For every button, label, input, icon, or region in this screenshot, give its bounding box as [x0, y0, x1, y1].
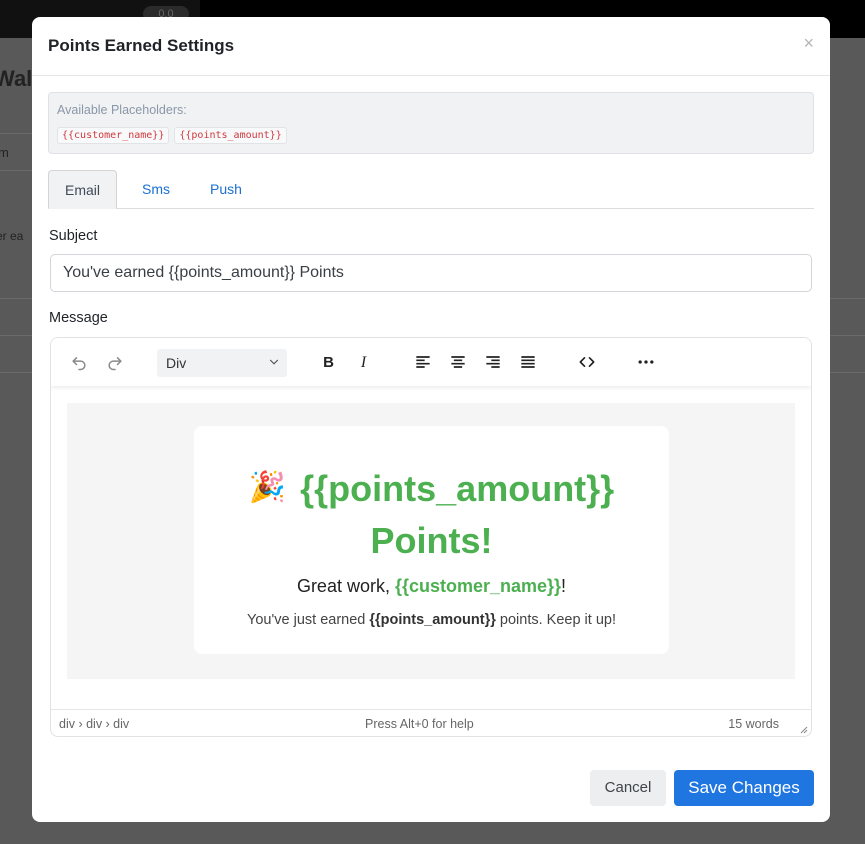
points-earned-settings-modal: Points Earned Settings × Available Place…: [32, 17, 830, 822]
save-changes-button[interactable]: Save Changes: [674, 770, 814, 806]
justify-icon[interactable]: [516, 350, 540, 374]
svg-text:B: B: [323, 354, 334, 371]
placeholder-chip-points-amount[interactable]: {{points_amount}}: [174, 127, 287, 144]
placeholder-chips: {{customer_name}} {{points_amount}}: [57, 127, 287, 144]
close-icon[interactable]: ×: [803, 34, 814, 52]
greeting-placeholder: {{customer_name}}: [394, 576, 562, 596]
email-heading-text: {{points_amount}} Points!: [300, 468, 615, 561]
message-editor: Div B I 🎉 {{points_amount}} Points! Grea…: [50, 337, 812, 737]
subject-input[interactable]: You've earned {{points_amount}} Points: [50, 254, 812, 292]
email-body: You've just earned {{points_amount}} poi…: [194, 612, 669, 628]
more-icon[interactable]: [634, 350, 658, 374]
tab-sms[interactable]: Sms: [126, 170, 186, 209]
word-count[interactable]: 15 words: [728, 717, 779, 731]
block-format-select[interactable]: Div: [157, 349, 287, 377]
channel-tabs: Email Sms Push: [48, 170, 814, 209]
modal-header: Points Earned Settings ×: [32, 17, 830, 76]
block-format-value: Div: [166, 355, 187, 371]
placeholders-panel: Available Placeholders: {{customer_name}…: [48, 92, 814, 154]
background-text: er ea: [0, 229, 24, 243]
background-divider: [830, 298, 865, 299]
background-divider: [830, 372, 865, 373]
background-text: m: [0, 145, 9, 160]
placeholder-chip-customer-name[interactable]: {{customer_name}}: [57, 127, 170, 144]
code-icon[interactable]: [575, 350, 599, 374]
element-path[interactable]: div › div › div: [59, 717, 129, 731]
background-divider: [0, 298, 32, 299]
editor-canvas[interactable]: 🎉 {{points_amount}} Points! Great work, {…: [67, 403, 795, 679]
cancel-button[interactable]: Cancel: [590, 770, 666, 806]
align-right-icon[interactable]: [481, 350, 505, 374]
body-suffix: points. Keep it up!: [495, 612, 616, 628]
redo-icon[interactable]: [103, 350, 127, 374]
body-placeholder: {{points_amount}}: [369, 612, 496, 628]
italic-icon[interactable]: I: [353, 350, 377, 374]
party-popper-icon: 🎉: [248, 470, 287, 505]
greeting-suffix: !: [561, 576, 567, 596]
background-divider: [830, 335, 865, 336]
tab-push[interactable]: Push: [194, 170, 258, 209]
body-prefix: You've just earned: [247, 612, 370, 628]
bold-icon[interactable]: B: [317, 350, 341, 374]
placeholders-title: Available Placeholders:: [57, 103, 187, 117]
background-divider: [0, 335, 32, 336]
email-greeting: Great work, {{customer_name}}!: [194, 576, 669, 597]
background-divider: [0, 372, 32, 373]
undo-icon[interactable]: [67, 350, 91, 374]
tab-email[interactable]: Email: [48, 170, 118, 209]
greeting-prefix: Great work,: [296, 576, 395, 596]
resize-handle-icon[interactable]: [798, 724, 808, 734]
background-divider: [0, 170, 32, 171]
email-card: 🎉 {{points_amount}} Points! Great work, {…: [194, 426, 669, 654]
email-heading: 🎉 {{points_amount}} Points!: [194, 462, 669, 567]
chevron-down-icon: [269, 359, 279, 365]
align-center-icon[interactable]: [446, 350, 470, 374]
modal-title: Points Earned Settings: [48, 36, 235, 55]
message-label: Message: [49, 310, 108, 326]
help-hint: Press Alt+0 for help: [365, 717, 474, 731]
editor-toolbar: Div B I: [51, 338, 811, 386]
align-left-icon[interactable]: [411, 350, 435, 374]
svg-text:I: I: [360, 354, 367, 371]
subject-label: Subject: [49, 228, 98, 244]
background-divider: [0, 133, 32, 134]
editor-statusbar: div › div › div Press Alt+0 for help 15 …: [51, 709, 811, 736]
